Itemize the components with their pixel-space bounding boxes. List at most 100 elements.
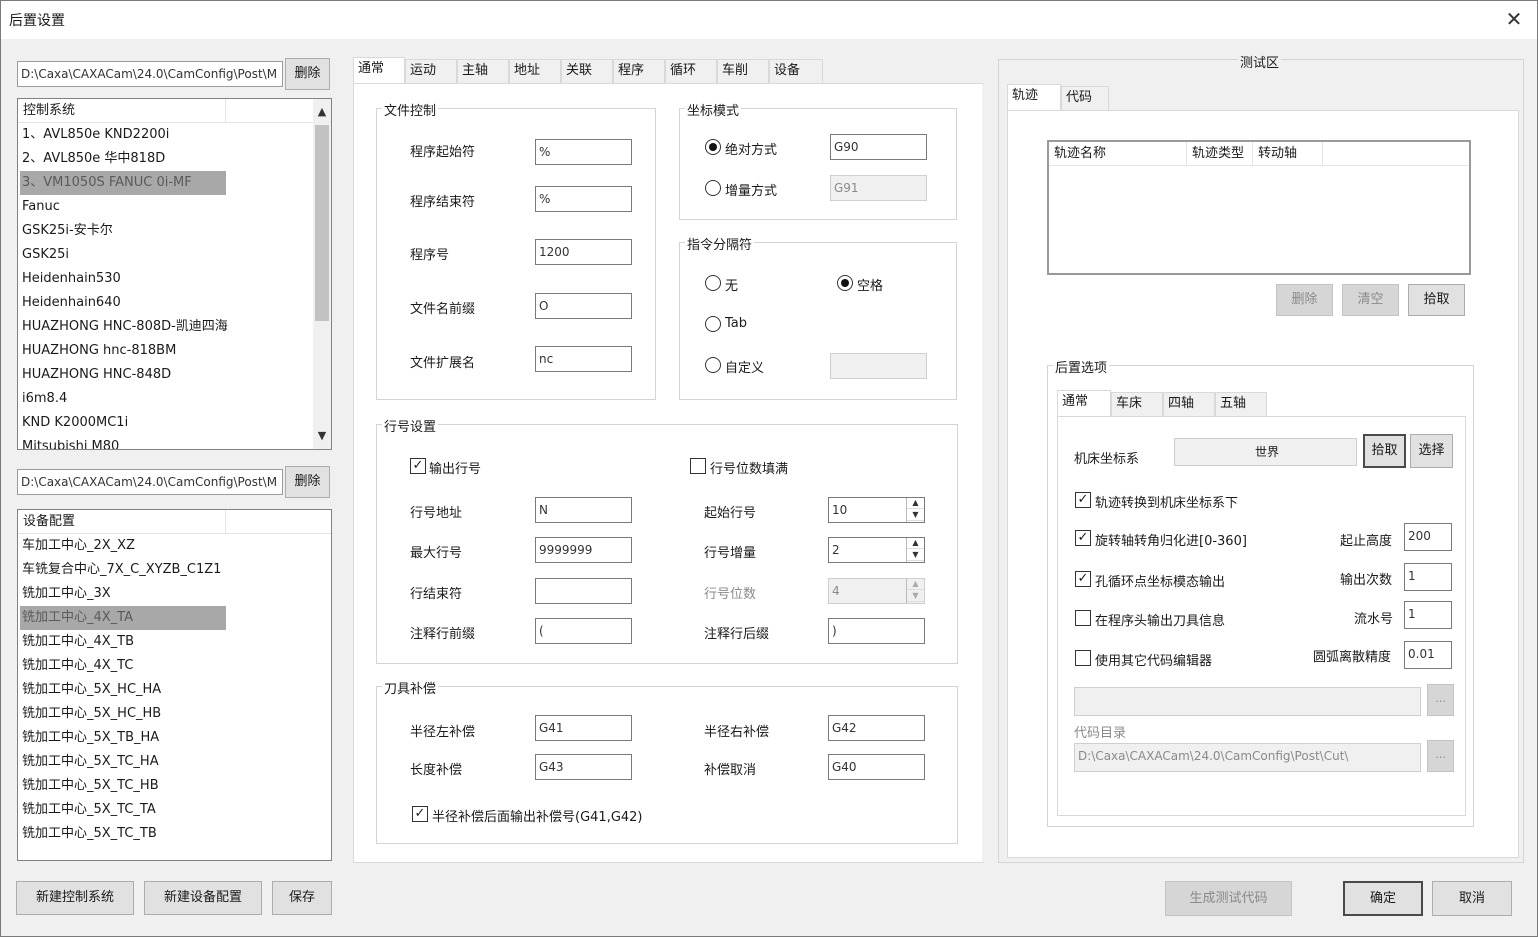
clearance-height-input[interactable]: 200	[1404, 523, 1452, 551]
tab-0[interactable]: 通常	[353, 57, 405, 83]
device-config-list[interactable]: 设备配置 车加工中心_2X_XZ 车铣复合中心_7X_C_XYZB_C1Z1 铣加工…	[17, 509, 332, 861]
start-line-input[interactable]: 10 ▲ ▼	[828, 497, 925, 523]
device-list-item[interactable]: 铣加工中心_3X	[20, 582, 111, 606]
close-icon[interactable]: ✕	[1501, 7, 1527, 33]
control-list-item[interactable]: GSK25i-安卡尔	[20, 219, 113, 243]
tab-1[interactable]: 运动	[405, 59, 457, 83]
serial-number-input[interactable]: 1	[1404, 601, 1452, 629]
spin-down-icon[interactable]: ▼	[907, 590, 924, 602]
code-dir-input[interactable]: D:\Caxa\CAXACam\24.0\CamConfig\Post\Cut\	[1074, 743, 1421, 772]
output-count-input[interactable]: 1	[1404, 563, 1452, 591]
new-control-button[interactable]: 新建控制系统	[16, 881, 134, 915]
test-tab-0[interactable]: 轨迹	[1007, 84, 1061, 110]
column-header[interactable]: 转动轴	[1253, 142, 1323, 166]
other-editor-checkbox[interactable]	[1075, 650, 1091, 666]
sep-none-radio[interactable]	[705, 275, 721, 291]
spin-down-icon[interactable]: ▼	[907, 549, 924, 561]
column-header[interactable]: 轨迹类型	[1187, 142, 1253, 166]
convert-coords-checkbox[interactable]: ✓	[1075, 492, 1091, 508]
spin-buttons[interactable]: ▲ ▼	[906, 579, 924, 603]
spin-buttons[interactable]: ▲ ▼	[906, 538, 924, 562]
comp-cancel-input[interactable]: G40	[828, 754, 925, 780]
control-list-item[interactable]: 3、VM1050S FANUC 0i-MF	[20, 171, 226, 195]
tab-8[interactable]: 设备	[769, 59, 823, 83]
line-digits-input[interactable]: 4 ▲ ▼	[828, 578, 925, 604]
device-path-field[interactable]: D:\Caxa\CAXACam\24.0\CamConfig\Post\M	[17, 469, 283, 495]
spin-up-icon[interactable]: ▲	[907, 579, 924, 590]
new-device-button[interactable]: 新建设备配置	[144, 881, 262, 915]
control-list-item[interactable]: Mitsubishi M80	[20, 435, 119, 449]
column-header[interactable]: 轨迹名称	[1049, 142, 1187, 166]
generate-test-code-button[interactable]: 生成测试代码	[1165, 881, 1292, 916]
sep-space-radio[interactable]	[837, 275, 853, 291]
normalize-rotary-checkbox[interactable]: ✓	[1075, 530, 1091, 546]
machine-coord-field[interactable]: 世界	[1174, 438, 1357, 466]
device-list-item[interactable]: 铣加工中心_5X_HC_HA	[20, 678, 161, 702]
sep-tab-radio[interactable]	[705, 316, 721, 332]
program-end-input[interactable]: %	[535, 186, 632, 212]
select-coord-button[interactable]: 选择	[1410, 434, 1453, 468]
pick-trajectory-button[interactable]: 拾取	[1408, 284, 1465, 316]
device-list-item[interactable]: 车铣复合中心_7X_C_XYZB_C1Z1	[20, 558, 221, 582]
incremental-code-input[interactable]: G91	[830, 175, 927, 201]
ok-button[interactable]: 确定	[1343, 881, 1423, 916]
device-list-item[interactable]: 铣加工中心_5X_TC_TB	[20, 822, 157, 846]
spin-down-icon[interactable]: ▼	[907, 509, 924, 521]
control-list-scrollbar[interactable]: ▲ ▼	[313, 99, 331, 449]
tab-3[interactable]: 地址	[509, 59, 561, 83]
spin-up-icon[interactable]: ▲	[907, 538, 924, 549]
control-list-item[interactable]: i6m8.4	[20, 387, 67, 411]
absolute-radio[interactable]	[705, 139, 721, 155]
delete-control-button[interactable]: 删除	[285, 58, 330, 90]
browse-editor-button[interactable]: ...	[1427, 684, 1454, 716]
delete-trajectory-button[interactable]: 删除	[1276, 284, 1333, 316]
tab-7[interactable]: 车削	[717, 59, 769, 83]
file-extension-input[interactable]: nc	[535, 346, 632, 372]
line-increment-input[interactable]: 2 ▲ ▼	[828, 537, 925, 563]
browse-dir-button[interactable]: ...	[1427, 740, 1454, 772]
line-end-input[interactable]	[535, 578, 632, 604]
radius-right-input[interactable]: G42	[828, 715, 925, 741]
trajectory-table[interactable]: 轨迹名称 轨迹类型 转动轴	[1047, 140, 1471, 275]
comment-suffix-input[interactable]: )	[828, 618, 925, 644]
incremental-radio[interactable]	[705, 180, 721, 196]
output-line-checkbox[interactable]: ✓	[410, 458, 426, 474]
save-button[interactable]: 保存	[272, 881, 332, 915]
sep-custom-radio[interactable]	[705, 357, 721, 373]
control-list-item[interactable]: GSK25i	[20, 243, 69, 267]
tab-5[interactable]: 程序	[613, 59, 665, 83]
control-list-item[interactable]: Heidenhain640	[20, 291, 121, 315]
modal-cycle-checkbox[interactable]: ✓	[1075, 571, 1091, 587]
absolute-code-input[interactable]: G90	[830, 134, 927, 160]
control-list-item[interactable]: 2、AVL850e 华中818D	[20, 147, 165, 171]
device-list-item[interactable]: 铣加工中心_5X_HC_HB	[20, 702, 161, 726]
post-tab-2[interactable]: 四轴	[1163, 392, 1215, 416]
spin-buttons[interactable]: ▲ ▼	[906, 498, 924, 522]
editor-path-input[interactable]	[1074, 687, 1421, 716]
control-system-list[interactable]: 控制系统 1、AVL850e KND2200i 2、AVL850e 华中818D 3…	[17, 98, 332, 450]
device-list-item[interactable]: 铣加工中心_4X_TC	[20, 654, 133, 678]
filename-prefix-input[interactable]: O	[535, 293, 632, 319]
control-list-item[interactable]: HUAZHONG HNC-808D-凯迪四海	[20, 315, 228, 339]
fill-digits-checkbox[interactable]	[690, 458, 706, 474]
control-list-item[interactable]: Fanuc	[20, 195, 60, 219]
control-list-item[interactable]: Heidenhain530	[20, 267, 121, 291]
scroll-up-icon[interactable]: ▲	[313, 103, 331, 121]
program-number-input[interactable]: 1200	[535, 239, 632, 265]
device-list-item[interactable]: 铣加工中心_5X_TC_HB	[20, 774, 159, 798]
device-list-item[interactable]: 铣加工中心_5X_TC_TA	[20, 798, 156, 822]
tab-2[interactable]: 主轴	[457, 59, 509, 83]
control-list-item[interactable]: 1、AVL850e KND2200i	[20, 123, 169, 147]
post-tab-1[interactable]: 车床	[1111, 392, 1163, 416]
device-list-item[interactable]: 铣加工中心_4X_TB	[20, 630, 134, 654]
tool-info-checkbox[interactable]	[1075, 610, 1091, 626]
post-tab-0[interactable]: 通常	[1057, 390, 1111, 416]
cancel-button[interactable]: 取消	[1432, 881, 1512, 916]
post-tab-3[interactable]: 五轴	[1215, 392, 1267, 416]
output-comp-number-checkbox[interactable]: ✓	[412, 806, 428, 822]
tab-4[interactable]: 关联	[561, 59, 613, 83]
arc-precision-input[interactable]: 0.01	[1404, 641, 1452, 669]
radius-left-input[interactable]: G41	[535, 715, 632, 741]
device-list-item[interactable]: 铣加工中心_5X_TC_HA	[20, 750, 159, 774]
clear-trajectory-button[interactable]: 清空	[1342, 284, 1399, 316]
